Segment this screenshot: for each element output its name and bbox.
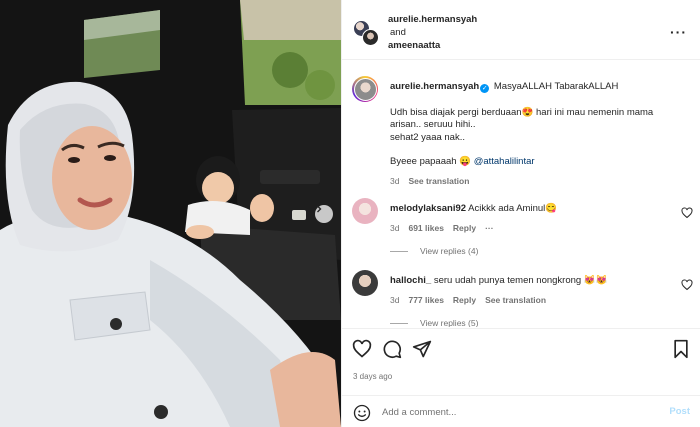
comment-emoji: 😋: [545, 203, 558, 214]
comment-bubble-icon[interactable]: [382, 339, 402, 359]
comment-text: seru udah punya temen nongkrong: [433, 275, 584, 286]
caption-username[interactable]: aurelie.hermansyah: [390, 81, 479, 92]
comments-scroll-area[interactable]: aurelie.hermansyah ✓ MasyaALLAH TabarakAL…: [342, 61, 700, 327]
comment-time: 3d: [390, 223, 400, 233]
comment-body: melodylaksani92 Acikkk ada Aminul😋 3d 691…: [390, 203, 670, 234]
caption-line-2a: Udh bisa diajak pergi berduaan: [390, 106, 522, 118]
more-options-icon[interactable]: ···: [670, 25, 687, 39]
add-comment-row: Post: [342, 395, 700, 427]
caption-time: 3d: [390, 175, 400, 186]
verified-badge-icon: ✓: [480, 84, 490, 93]
post-sidebar: aurelie.hermansyah and ameenaatta ··· au…: [341, 0, 700, 427]
owner-username-2[interactable]: ameenaatta: [388, 40, 440, 51]
comment-more-icon[interactable]: ···: [485, 223, 494, 233]
comment-body: hallochi_ seru udah punya temen nongkron…: [390, 275, 670, 306]
comment-reply-button[interactable]: Reply: [453, 295, 476, 305]
post-actions: 3 days ago Post: [342, 328, 700, 426]
caption-line-1: MasyaALLAH TabarakALLAH: [493, 81, 619, 92]
like-comment-heart-icon[interactable]: [681, 207, 693, 219]
comment-text: Acikkk ada Aminul: [468, 203, 546, 214]
view-replies-button[interactable]: View replies (4): [390, 246, 478, 256]
caption-line-4: sehat2 yaaa nak..: [390, 131, 465, 143]
caption-line-5: Byeee papaaah: [390, 156, 460, 167]
comment-likes[interactable]: 691 likes: [408, 223, 443, 233]
post-timestamp: 3 days ago: [353, 372, 393, 381]
photo-illustration: [0, 0, 341, 427]
tongue-emoji: 😛: [459, 156, 472, 167]
comment-reply-button[interactable]: Reply: [453, 223, 476, 233]
caption-line-3: arisan.. seruuu hihi..: [390, 119, 476, 130]
view-replies-label: View replies (5): [420, 318, 479, 327]
like-heart-icon[interactable]: [352, 339, 372, 359]
owners-block: aurelie.hermansyah and ameenaatta: [388, 13, 477, 52]
owners-and-text: and: [390, 27, 406, 38]
carousel-next-button[interactable]: [315, 205, 333, 223]
comment-username[interactable]: hallochi_: [390, 275, 431, 286]
caption-line-2b: hari ini mau nemenin mama: [533, 106, 654, 118]
share-paper-plane-icon[interactable]: [412, 339, 432, 359]
comment-likes[interactable]: 777 likes: [408, 295, 443, 305]
post-comment-button[interactable]: Post: [669, 406, 690, 417]
save-bookmark-icon[interactable]: [671, 339, 691, 359]
comment-username[interactable]: melodylaksani92: [390, 203, 466, 214]
like-comment-heart-icon[interactable]: [681, 279, 693, 291]
smiling-hearts-emoji: 😍: [521, 106, 534, 118]
post-photo: [0, 0, 341, 427]
add-comment-input[interactable]: [382, 405, 652, 420]
caption-see-translation[interactable]: See translation: [408, 176, 469, 186]
owner-username-1[interactable]: aurelie.hermansyah: [388, 14, 477, 25]
post-caption: aurelie.hermansyah ✓ MasyaALLAH TabarakAL…: [390, 81, 690, 187]
comment-avatar[interactable]: [352, 270, 378, 296]
view-replies-button[interactable]: View replies (5): [390, 318, 478, 327]
avatar: [362, 29, 379, 46]
caption-mention-link[interactable]: @attahalilintar: [474, 156, 535, 167]
view-replies-label: View replies (4): [420, 246, 479, 256]
owner-avatars[interactable]: [353, 20, 379, 46]
comment-see-translation[interactable]: See translation: [485, 295, 546, 305]
comment-emoji: 😻😻: [583, 275, 608, 286]
post-header: aurelie.hermansyah and ameenaatta ···: [342, 0, 700, 60]
chevron-right-icon: [317, 205, 322, 213]
comment-time: 3d: [390, 295, 400, 305]
caption-avatar[interactable]: [352, 76, 378, 102]
emoji-picker-icon[interactable]: [353, 404, 371, 422]
comment-avatar[interactable]: [352, 198, 378, 224]
